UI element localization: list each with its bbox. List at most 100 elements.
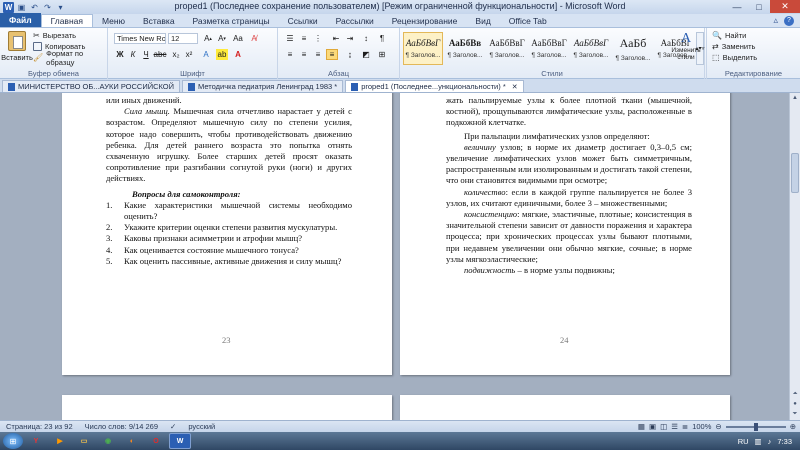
- yandex-browser-icon[interactable]: Y: [25, 433, 47, 449]
- vertical-scrollbar[interactable]: ▲ ⏶ ● ⏷: [789, 93, 800, 420]
- language-status[interactable]: русский: [182, 422, 221, 431]
- zoom-in-icon[interactable]: ⊕: [790, 422, 796, 431]
- previous-page-icon[interactable]: ⏶: [790, 389, 800, 399]
- word-taskbar-icon[interactable]: W: [169, 433, 191, 449]
- doc-tab-active[interactable]: proped1 (Последнее...ункциональности) * …: [345, 80, 524, 92]
- zoom-slider[interactable]: [725, 422, 786, 431]
- chrome-icon[interactable]: ◉: [97, 433, 119, 449]
- font-color-icon[interactable]: A: [232, 49, 244, 60]
- text-effects-icon[interactable]: A: [200, 49, 212, 60]
- next-page-icon[interactable]: ⏷: [790, 409, 800, 419]
- browse-object-icon[interactable]: ●: [790, 399, 800, 409]
- zoom-level[interactable]: 100%: [692, 422, 711, 431]
- tab-insert[interactable]: Вставка: [134, 14, 184, 27]
- clock[interactable]: 7:33: [777, 437, 792, 446]
- zoom-out-icon[interactable]: ⊖: [715, 422, 721, 431]
- style-item[interactable]: АаБб ¶ Заголов...: [613, 32, 653, 65]
- sort-icon[interactable]: ↕: [360, 33, 372, 44]
- web-layout-icon[interactable]: ◫: [660, 422, 667, 431]
- cut-button[interactable]: ✂ Вырезать: [33, 30, 107, 41]
- change-case-icon[interactable]: Aa: [232, 33, 244, 44]
- find-button[interactable]: 🔍 Найти: [712, 30, 757, 41]
- document-area[interactable]: или иных движений. Сила мышц. Мышечная с…: [0, 93, 789, 420]
- close-button[interactable]: ✕: [770, 0, 800, 13]
- replace-button[interactable]: ⇄ Заменить: [712, 41, 757, 52]
- save-icon[interactable]: ▣: [16, 2, 27, 13]
- format-painter-button[interactable]: 🖌 Формат по образцу: [33, 49, 107, 67]
- network-icon[interactable]: ▥: [755, 437, 762, 446]
- doc-tab[interactable]: Методичка педиатрия Ленинград 1983 *: [182, 80, 344, 92]
- media-player-icon[interactable]: ▶: [49, 433, 71, 449]
- bold-icon[interactable]: Ж: [114, 49, 126, 60]
- page-count-status[interactable]: Страница: 23 из 92: [0, 422, 79, 431]
- tab-page-layout[interactable]: Разметка страницы: [184, 14, 279, 27]
- line-spacing-icon[interactable]: ↨: [344, 49, 356, 60]
- page-25[interactable]: [62, 395, 392, 420]
- print-layout-icon[interactable]: ▦: [638, 422, 645, 431]
- tab-home[interactable]: Главная: [40, 14, 93, 27]
- tab-file[interactable]: Файл: [0, 13, 41, 27]
- tab-view[interactable]: Вид: [466, 14, 499, 27]
- justify-icon[interactable]: ≡: [326, 49, 338, 60]
- font-name-combo[interactable]: Times New Ro: [114, 33, 166, 44]
- tab-office-tab[interactable]: Office Tab: [500, 14, 556, 27]
- font-size-combo[interactable]: 12: [168, 33, 198, 44]
- outline-view-icon[interactable]: ☰: [671, 422, 678, 431]
- scroll-thumb[interactable]: [791, 153, 799, 193]
- clear-formatting-icon[interactable]: A̸: [248, 33, 260, 44]
- style-item[interactable]: АаБбВвГ ¶ Заголов...: [487, 32, 527, 65]
- minimize-button[interactable]: —: [726, 0, 748, 13]
- minimize-ribbon-icon[interactable]: ▵: [773, 15, 778, 26]
- multilevel-list-icon[interactable]: ⋮: [312, 33, 324, 44]
- undo-icon[interactable]: ↶: [29, 2, 40, 13]
- keyboard-language[interactable]: RU: [738, 437, 749, 446]
- align-center-icon[interactable]: ≡: [298, 49, 310, 60]
- borders-icon[interactable]: ⊞: [376, 49, 388, 60]
- tab-mailings[interactable]: Рассылки: [327, 14, 383, 27]
- volume-icon[interactable]: ♪: [768, 437, 772, 446]
- shading-icon[interactable]: ◩: [360, 49, 372, 60]
- full-screen-icon[interactable]: ▣: [649, 422, 656, 431]
- doc-tab[interactable]: МИНИСТЕРСТВО ОБ...АУКИ РОССИЙСКОЙ: [2, 80, 181, 92]
- proofing-icon[interactable]: ✓: [164, 422, 182, 431]
- tab-menu[interactable]: Меню: [93, 14, 134, 27]
- align-left-icon[interactable]: ≡: [284, 49, 296, 60]
- word-count-status[interactable]: Число слов: 9/14 269: [79, 422, 164, 431]
- redo-icon[interactable]: ↷: [42, 2, 53, 13]
- select-button[interactable]: ⬚ Выделить: [712, 52, 757, 63]
- style-item[interactable]: АаБбВвГ ¶ Заголов...: [403, 32, 443, 65]
- close-tab-icon[interactable]: ✕: [512, 83, 518, 91]
- grow-font-icon[interactable]: A ▴: [202, 33, 214, 44]
- page-26[interactable]: [400, 395, 730, 420]
- page-24[interactable]: жать пальпируемые узлы к более плотной т…: [400, 93, 730, 375]
- italic-icon[interactable]: К: [127, 49, 139, 60]
- page-23[interactable]: или иных движений. Сила мышц. Мышечная с…: [62, 93, 392, 375]
- style-item[interactable]: АаБбВвГ ¶ Заголов...: [529, 32, 569, 65]
- tab-review[interactable]: Рецензирование: [383, 14, 467, 27]
- customize-qat-icon[interactable]: ▾: [55, 2, 66, 13]
- tab-references[interactable]: Ссылки: [279, 14, 327, 27]
- underline-icon[interactable]: Ч: [140, 49, 152, 60]
- paste-button[interactable]: Вставить: [1, 31, 33, 67]
- show-marks-icon[interactable]: ¶: [376, 33, 388, 44]
- scroll-up-icon[interactable]: ▲: [790, 93, 800, 103]
- style-item[interactable]: АаБбВвГ ¶ Заголов...: [571, 32, 611, 65]
- start-button[interactable]: ⊞: [3, 433, 23, 449]
- strikethrough-icon[interactable]: abc: [154, 49, 167, 60]
- increase-indent-icon[interactable]: ⇥: [344, 33, 356, 44]
- highlight-icon[interactable]: ab: [216, 49, 228, 60]
- numbering-icon[interactable]: ≡: [298, 33, 310, 44]
- firefox-icon[interactable]: ◐: [121, 433, 143, 449]
- maximize-button[interactable]: □: [748, 0, 770, 13]
- style-item[interactable]: АаБбВв ¶ Заголов...: [445, 32, 485, 65]
- superscript-icon[interactable]: x²: [183, 49, 195, 60]
- subscript-icon[interactable]: x₂: [170, 49, 182, 60]
- align-right-icon[interactable]: ≡: [312, 49, 324, 60]
- shrink-font-icon[interactable]: A ▾: [216, 33, 228, 44]
- file-explorer-icon[interactable]: ▭: [73, 433, 95, 449]
- word-logo-icon[interactable]: W: [3, 1, 14, 13]
- bullets-icon[interactable]: ☰: [284, 33, 296, 44]
- draft-view-icon[interactable]: ≣: [682, 422, 688, 431]
- change-styles-button[interactable]: A Изменить стили: [667, 31, 705, 69]
- opera-icon[interactable]: O: [145, 433, 167, 449]
